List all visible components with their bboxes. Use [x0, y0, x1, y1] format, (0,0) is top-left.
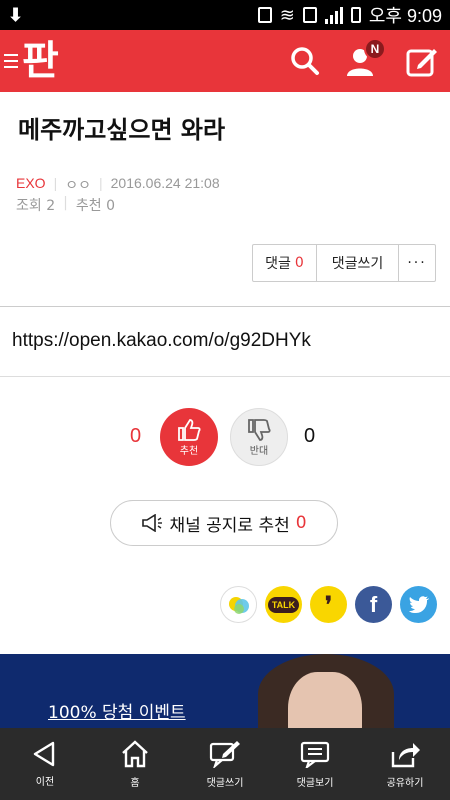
- channel-notice-count: 0: [295, 513, 307, 533]
- share-kakaotalk-button[interactable]: TALK: [265, 586, 302, 623]
- screenshot-icon: [257, 7, 272, 23]
- megaphone-icon: [142, 514, 163, 532]
- comment-view-icon: [300, 741, 330, 768]
- share-icon: [391, 742, 420, 767]
- write-comment-button[interactable]: 댓글쓰기: [317, 245, 399, 281]
- share-kakao-channel-button[interactable]: [220, 586, 257, 623]
- wifi-icon: ≋: [279, 4, 295, 25]
- status-bar: ⬇ ≋ 오후 9:09: [0, 0, 450, 30]
- downvote-count: 0: [304, 425, 316, 447]
- meta-divider: |: [63, 195, 68, 211]
- write-icon: [209, 740, 240, 768]
- channel-notice-label: 채널 공지로 추천: [169, 515, 290, 536]
- share-facebook-button[interactable]: f: [355, 586, 392, 623]
- nav-share-label: 공유하기: [386, 777, 424, 789]
- ad-model-face: [288, 672, 362, 728]
- share-twitter-button[interactable]: [400, 586, 437, 623]
- search-icon: [291, 47, 319, 75]
- nav-home-label: 홈: [130, 777, 140, 789]
- kakaotalk-icon: TALK: [267, 596, 300, 613]
- sim-icon: [302, 7, 317, 23]
- nav-write-comment-label: 댓글쓰기: [206, 777, 244, 789]
- nav-view-comments-label: 댓글보기: [296, 777, 334, 789]
- ad-banner[interactable]: 100% 당첨 이벤트: [0, 654, 450, 728]
- comments-label: 댓글: [265, 256, 291, 272]
- downvote-button[interactable]: 반대: [230, 408, 288, 466]
- facebook-icon: f: [369, 591, 378, 617]
- upvote-count: 0: [130, 425, 142, 447]
- post-category[interactable]: EXO: [16, 175, 46, 195]
- post-body[interactable]: https://open.kakao.com/o/g92DHYk: [12, 330, 311, 352]
- notification-badge: N: [364, 38, 386, 60]
- write-post-button[interactable]: [406, 45, 438, 77]
- download-icon: ⬇: [8, 4, 24, 25]
- status-time: 오후 9:09: [368, 6, 442, 26]
- twitter-icon: [408, 595, 429, 613]
- meta-divider: |: [53, 175, 58, 191]
- recommend-count: 0: [106, 198, 115, 214]
- nav-home-button[interactable]: 홈: [90, 728, 180, 800]
- nav-back-button[interactable]: 이전: [0, 728, 90, 800]
- comments-count: 0: [294, 255, 304, 271]
- back-icon: [33, 741, 55, 766]
- comments-button[interactable]: 댓글 0: [253, 245, 317, 281]
- divider: [0, 306, 450, 307]
- user-button[interactable]: N: [346, 38, 386, 78]
- more-button[interactable]: ···: [399, 245, 435, 281]
- nav-view-comments-button[interactable]: 댓글보기: [270, 728, 360, 800]
- post-date: 2016.06.24 21:08: [110, 175, 220, 191]
- views-count: 2: [46, 198, 56, 214]
- thumbs-down-icon: [248, 418, 271, 441]
- channel-notice-button[interactable]: 채널 공지로 추천 0: [110, 500, 338, 546]
- bottom-nav: 이전 홈 댓글쓰기 댓글보기 공유하기: [0, 728, 450, 800]
- ad-text: 100% 당첨 이벤트: [48, 703, 186, 723]
- more-icon: ···: [407, 255, 427, 271]
- post-actions: 댓글 0 댓글쓰기 ···: [252, 244, 436, 282]
- post-stats: 조회 2 | 추천 0: [16, 195, 115, 215]
- status-icons: ≋ 오후 9:09: [257, 2, 442, 28]
- nav-share-button[interactable]: 공유하기: [360, 728, 450, 800]
- nav-back-label: 이전: [35, 776, 55, 788]
- menu-icon: [4, 54, 18, 68]
- logo: 판: [22, 38, 59, 84]
- thumbs-up-icon: [178, 418, 201, 441]
- upvote-label: 추천: [179, 445, 199, 457]
- recommend-label: 추천: [75, 198, 102, 214]
- post-author: ㅇㅇ: [65, 177, 91, 193]
- meta-divider: |: [98, 175, 103, 191]
- write-comment-label: 댓글쓰기: [331, 256, 384, 272]
- nav-write-comment-button[interactable]: 댓글쓰기: [180, 728, 270, 800]
- post-meta: EXO | ㅇㅇ | 2016.06.24 21:08: [16, 175, 220, 195]
- battery-icon: [350, 7, 361, 23]
- upvote-button[interactable]: 추천: [160, 408, 218, 466]
- home-icon: [122, 739, 148, 767]
- app-header: 판 N: [0, 30, 450, 92]
- edit-icon: [406, 49, 437, 77]
- kakaostory-icon: ❜: [324, 591, 333, 617]
- downvote-label: 반대: [249, 445, 269, 457]
- kakao-channel-icon: [228, 596, 249, 614]
- menu-logo-button[interactable]: 판: [4, 41, 59, 81]
- share-buttons: TALK ❜ f: [220, 586, 437, 623]
- views-label: 조회: [16, 198, 42, 214]
- post-title: 메주까고싶으면 와라: [18, 116, 226, 144]
- share-kakaostory-button[interactable]: ❜: [310, 586, 347, 623]
- divider: [0, 376, 450, 377]
- signal-icon: [324, 6, 343, 24]
- search-button[interactable]: [290, 46, 320, 76]
